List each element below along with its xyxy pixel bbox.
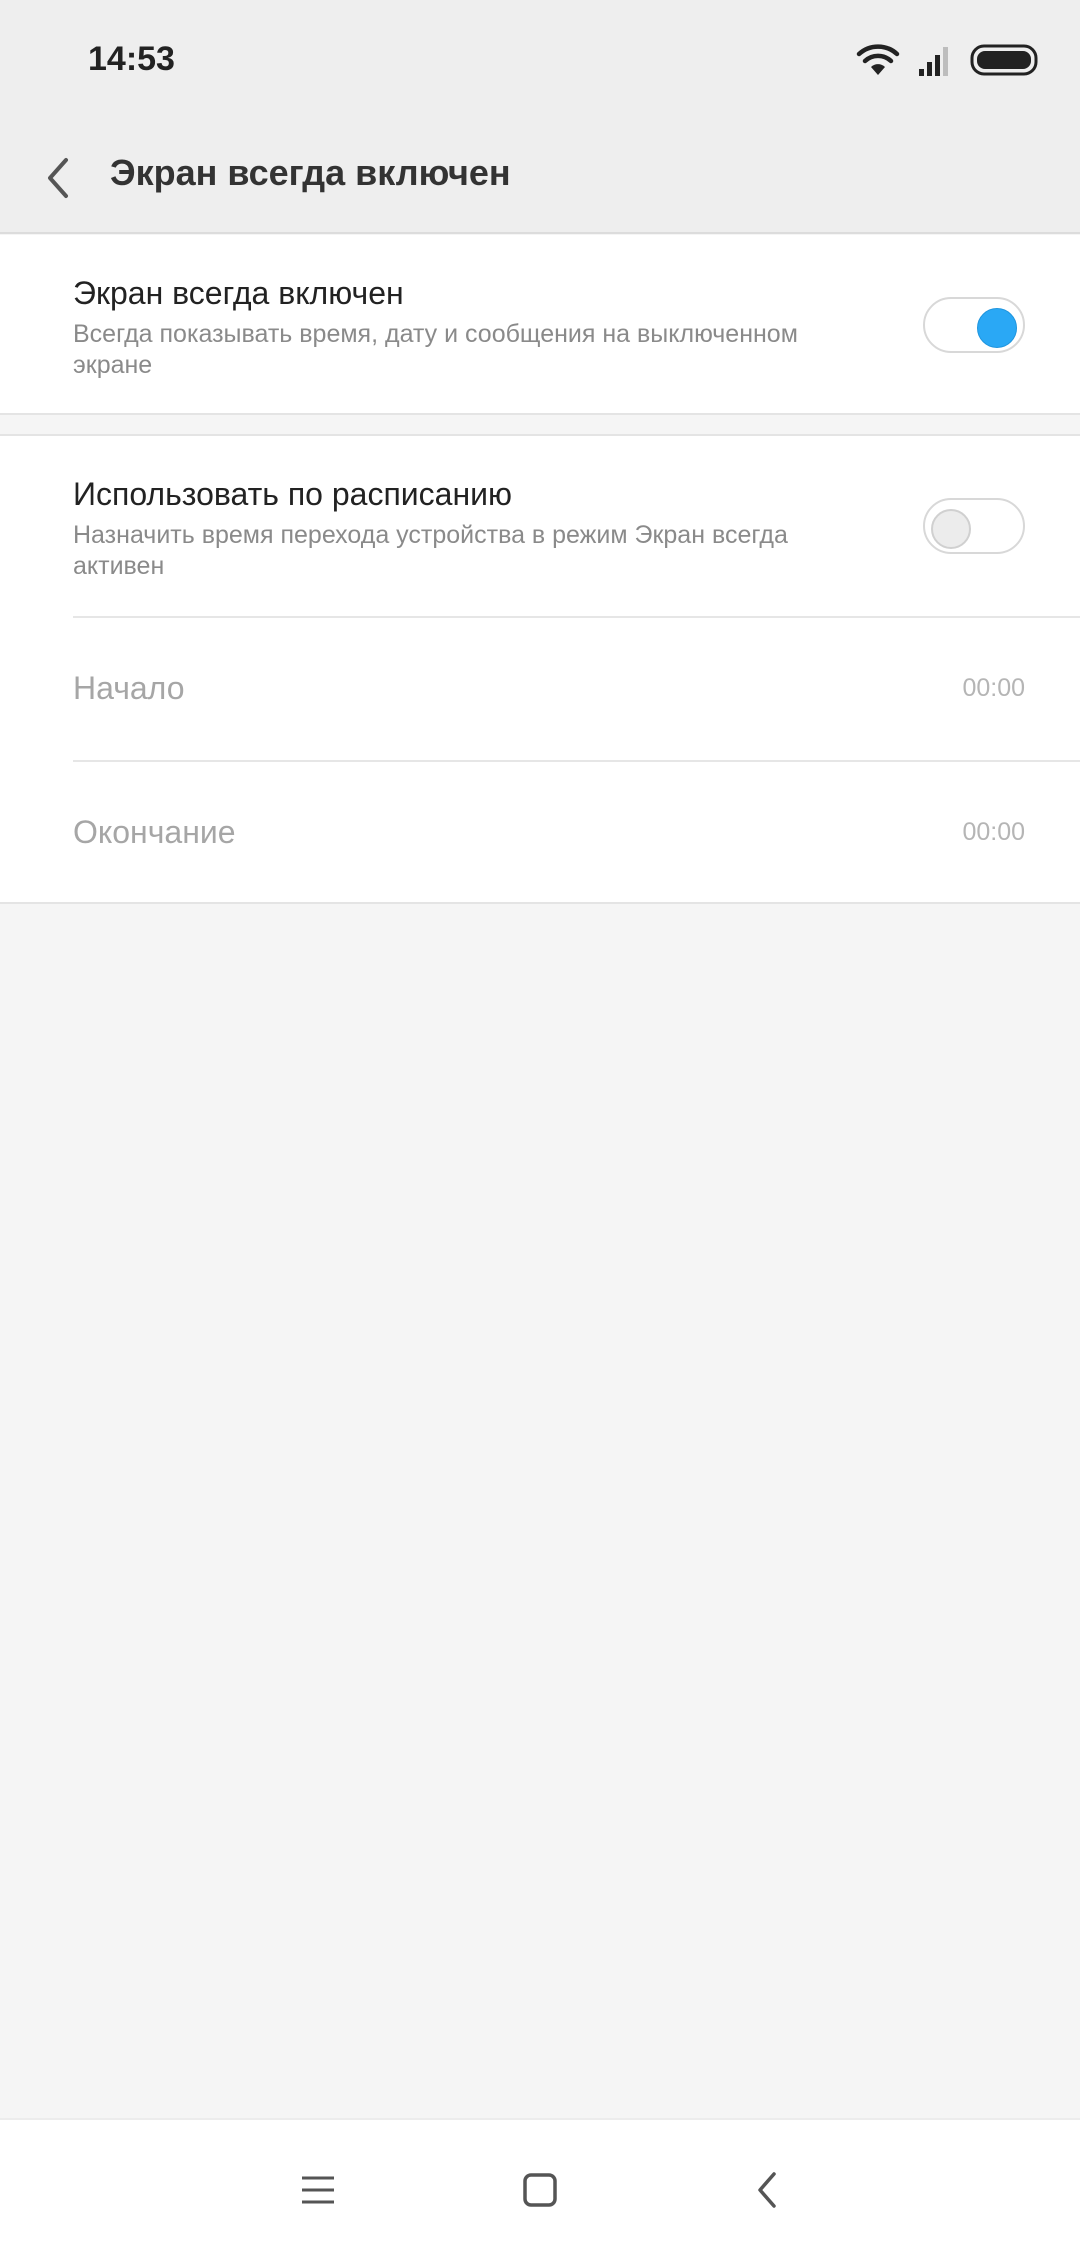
schedule-subtitle-line2: активен (73, 552, 165, 580)
always-on-card: Экран всегда включен Всегда показывать в… (0, 235, 1080, 415)
schedule-subtitle-line1: Назначить время перехода устройства в ре… (73, 521, 788, 549)
menu-icon[interactable] (288, 2160, 348, 2220)
end-time-row[interactable]: Окончание 00:00 (0, 762, 1080, 904)
schedule-row[interactable]: Использовать по расписанию Назначить вре… (0, 436, 1080, 616)
chevron-left-icon[interactable] (38, 146, 78, 210)
schedule-title: Использовать по расписанию (73, 476, 512, 512)
signal-icon (919, 47, 948, 76)
back-icon[interactable] (738, 2160, 798, 2220)
navigation-bar (0, 2118, 1080, 2248)
always-on-subtitle-line1: Всегда показывать время, дату и сообщени… (73, 320, 798, 348)
status-bar: 14:53 (0, 0, 1080, 122)
always-on-toggle[interactable] (923, 297, 1025, 353)
start-time-value: 00:00 (962, 674, 1025, 702)
home-icon[interactable] (510, 2160, 570, 2220)
toggle-knob (977, 308, 1017, 348)
always-on-subtitle-line2: экране (73, 351, 153, 379)
wifi-icon (856, 44, 900, 75)
battery-icon (970, 44, 1038, 76)
always-on-title: Экран всегда включен (73, 275, 404, 311)
screen: 14:53 Экран всегда включен Экран всегда … (0, 0, 1080, 2248)
status-time: 14:53 (88, 40, 175, 78)
schedule-toggle[interactable] (923, 498, 1025, 554)
title-bar: Экран всегда включен (0, 122, 1080, 234)
status-icons (856, 40, 1040, 80)
schedule-card: Использовать по расписанию Назначить вре… (0, 434, 1080, 904)
always-on-row[interactable]: Экран всегда включен Всегда показывать в… (0, 235, 1080, 415)
toggle-knob (931, 509, 971, 549)
end-time-value: 00:00 (962, 818, 1025, 846)
page-title: Экран всегда включен (110, 152, 511, 193)
start-time-row[interactable]: Начало 00:00 (0, 618, 1080, 760)
end-time-label: Окончание (73, 814, 236, 850)
start-time-label: Начало (73, 670, 185, 706)
